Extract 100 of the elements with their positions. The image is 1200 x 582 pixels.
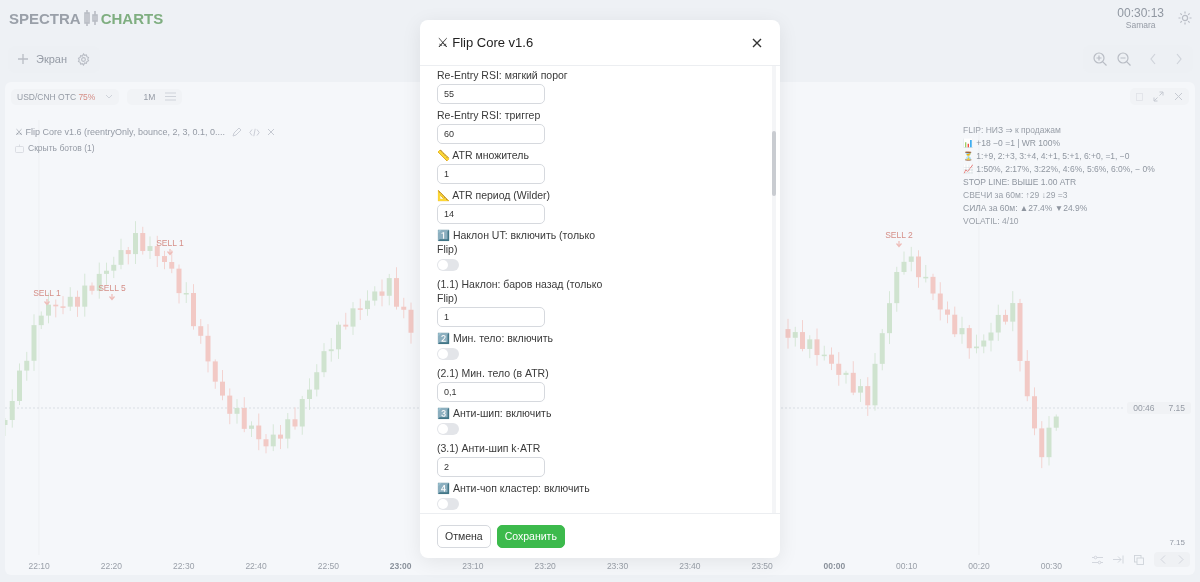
- toggle-switch[interactable]: [437, 498, 459, 510]
- info-line: STOP LINE: ВЫШЕ 1.00 ATR: [963, 177, 1078, 188]
- logo-text: CHARTS: [100, 9, 164, 27]
- candle: [104, 262, 109, 286]
- clock-time: 00:30:13: [1117, 6, 1164, 20]
- candles-icon: [83, 9, 98, 27]
- info-line: FLIP: НИЗ ⇒ к продажам: [963, 125, 1062, 136]
- close-icon[interactable]: [752, 37, 762, 48]
- time-axis-label: 00:00: [822, 561, 847, 571]
- jump-to-end-icon[interactable]: [1113, 555, 1124, 564]
- input-field[interactable]: 2: [437, 457, 545, 477]
- down-arrow-icon: [43, 298, 51, 306]
- expand-icon[interactable]: [1153, 91, 1164, 102]
- signal-label: SELL 2: [885, 230, 913, 240]
- time-axis-label: 00:30: [1039, 561, 1063, 571]
- candle: [307, 377, 312, 411]
- signal-label: SELL 5: [98, 283, 126, 293]
- timezone-label: Samara: [1125, 20, 1156, 30]
- chevron-down-icon[interactable]: [105, 93, 114, 100]
- time-axis-label: 23:40: [678, 561, 702, 571]
- input-field[interactable]: 1: [437, 164, 545, 184]
- candle: [75, 290, 80, 318]
- countdown-tag: 00:46: [1133, 403, 1155, 413]
- price-tag: 7.15: [1168, 403, 1185, 413]
- field-label: (1.1) Наклон: баров назад (только Flip): [437, 277, 604, 305]
- toggle-switch[interactable]: [437, 348, 459, 360]
- copy-icon[interactable]: [1134, 554, 1144, 565]
- candle: [1003, 309, 1008, 325]
- time-axis-label: 23:20: [533, 561, 557, 571]
- info-line: 📊 +18 −0 =1 | WR 100%: [963, 138, 1062, 149]
- input-field[interactable]: 14: [437, 204, 545, 224]
- candle: [858, 378, 863, 403]
- price-axis-label: 7.15: [1169, 538, 1185, 547]
- zoom-in-icon[interactable]: [1093, 52, 1107, 66]
- info-line: ⏳ 1:+9, 2:+3, 3:+4, 4:+1, 5:+1, 6:+0, =1, −0: [963, 151, 1131, 162]
- candle: [133, 220, 138, 265]
- candle: [17, 363, 22, 406]
- time-axis-label: 22:20: [99, 561, 124, 571]
- down-arrow-icon: [108, 293, 116, 301]
- field-label: 4⃣ Анти-чоп кластер: включить: [437, 481, 590, 495]
- input-field[interactable]: 55: [437, 84, 545, 104]
- cancel-button[interactable]: Отмена: [437, 524, 491, 548]
- chevron-right-icon[interactable]: [1175, 53, 1183, 65]
- info-line: СВЕЧИ за 60м: ↑29 ↓29 =3: [963, 190, 1069, 201]
- robot-icon: [15, 143, 24, 153]
- dialog-title: ⚔ Flip Core v1.6: [437, 35, 534, 50]
- signal-label: SELL 1: [156, 238, 184, 248]
- chevron-left-icon[interactable]: [1149, 53, 1157, 65]
- down-arrow-icon: [895, 240, 903, 248]
- time-axis-label: 22:50: [316, 561, 340, 571]
- candle: [394, 266, 399, 310]
- candle: [220, 369, 225, 401]
- field-label: (2.1) Мин. тело (в ATR): [437, 366, 549, 380]
- field-label: 2⃣ Мин. тело: включить: [437, 331, 553, 345]
- logo-text: SPECTRA: [9, 9, 81, 27]
- info-line: VOLATIL: 4/10: [963, 216, 1020, 227]
- field-label: 3⃣ Анти-шип: включить: [437, 406, 552, 420]
- plus-icon: [18, 54, 28, 64]
- candle: [945, 301, 950, 324]
- info-line: СИЛА за 60м: ▲27.4% ▼24.9%: [963, 203, 1089, 214]
- zoom-out-icon[interactable]: [1117, 52, 1131, 66]
- time-axis-label: 00:20: [967, 561, 991, 571]
- field-label: Re-Entry RSI: триггер: [437, 108, 541, 122]
- time-axis-label: 23:10: [461, 561, 485, 571]
- bot-title: ⚔ Flip Core v1.6 (reentryOnly, bounce, 2, 3, 0.1, 0....: [15, 127, 225, 137]
- toggle-switch[interactable]: [437, 259, 459, 271]
- sliders-icon[interactable]: [1092, 554, 1103, 565]
- sun-icon[interactable]: [1178, 11, 1192, 25]
- time-axis-label: 22:30: [172, 561, 196, 571]
- candle: [365, 289, 370, 317]
- input-field[interactable]: 60: [437, 124, 545, 144]
- candle: [249, 420, 254, 438]
- down-arrow-icon: [166, 248, 174, 256]
- candle: [887, 290, 892, 345]
- field-label: 1⃣ Наклон UT: включить (только Flip): [437, 228, 597, 256]
- pencil-icon[interactable]: [232, 127, 242, 137]
- time-axis-label: 00:10: [895, 561, 919, 571]
- time-axis-label: 23:30: [605, 561, 630, 571]
- field-label: (3.1) Анти-шип k·ATR: [437, 441, 541, 455]
- candle: [1032, 387, 1037, 436]
- input-field[interactable]: 0,1: [437, 382, 545, 402]
- candle: [916, 249, 921, 289]
- candle: [829, 347, 834, 371]
- signal-label: SELL 1: [33, 288, 61, 298]
- input-field[interactable]: 1: [437, 307, 545, 327]
- candle: [191, 283, 196, 331]
- field-label: 📏 ATR множитель: [437, 148, 529, 162]
- candle: [278, 424, 283, 450]
- toggle-switch[interactable]: [437, 423, 459, 435]
- field-label: 📐 ATR период (Wilder): [437, 188, 551, 202]
- code-icon[interactable]: [249, 127, 260, 137]
- time-axis-label: 22:10: [27, 561, 51, 571]
- info-line: 📈 1:50%, 2:17%, 3:22%, 4:6%, 5:6%, 6:0%, − 0%: [963, 164, 1155, 175]
- candle: [974, 334, 979, 354]
- time-axis-label: 23:50: [750, 561, 774, 571]
- settings-icon[interactable]: [77, 52, 91, 66]
- candle: [800, 319, 805, 352]
- menu-icon[interactable]: [165, 92, 177, 101]
- candle: [336, 321, 341, 360]
- field-label: Re-Entry RSI: мягкий порог: [437, 68, 568, 82]
